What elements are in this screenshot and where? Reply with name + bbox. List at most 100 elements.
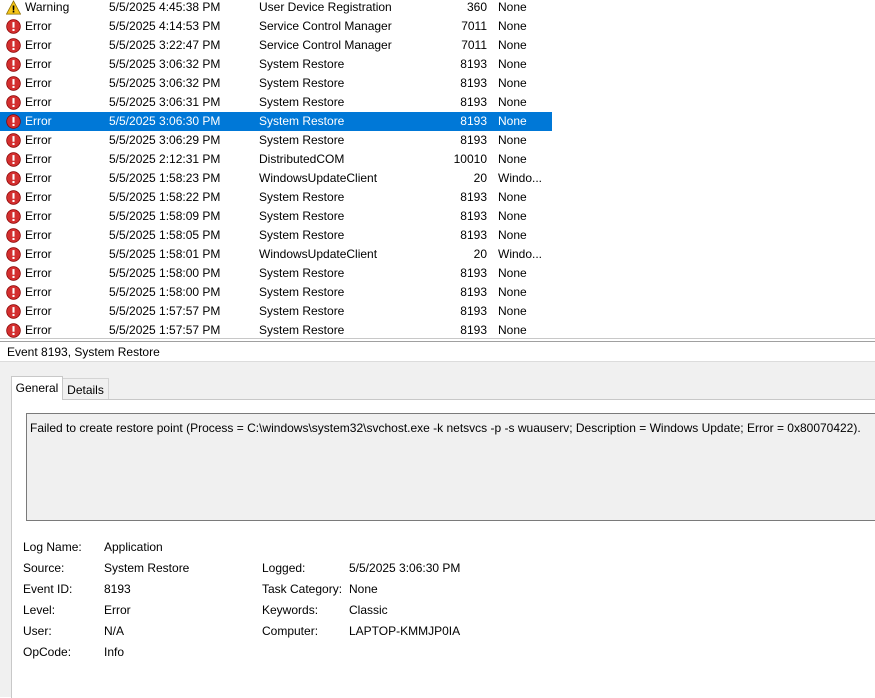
log-name-label: Log Name:	[23, 540, 82, 554]
event-source: System Restore	[259, 209, 345, 223]
event-level: Error	[25, 19, 52, 33]
event-source: System Restore	[259, 114, 345, 128]
event-level: Error	[25, 190, 52, 204]
event-source: User Device Registration	[259, 0, 392, 14]
event-source: System Restore	[259, 190, 345, 204]
error-icon	[6, 188, 22, 207]
event-level: Error	[25, 114, 52, 128]
event-id: 8193	[460, 285, 487, 299]
event-source: System Restore	[259, 285, 345, 299]
tab-details[interactable]: Details	[63, 378, 109, 400]
event-row[interactable]: Error 5/5/2025 3:06:31 PM System Restore 81…	[0, 93, 552, 112]
event-row[interactable]: Error 5/5/2025 1:58:05 PM System Restore 81…	[0, 226, 552, 245]
error-icon	[6, 302, 22, 321]
event-datetime: 5/5/2025 1:58:09 PM	[109, 209, 221, 223]
event-task-category: None	[498, 38, 527, 52]
event-row-selected[interactable]: Error 5/5/2025 3:06:30 PM System Restore 81…	[0, 112, 552, 131]
computer-value: LAPTOP-KMMJP0IA	[349, 624, 461, 638]
event-row[interactable]: Error 5/5/2025 4:14:53 PM Service Control …	[0, 17, 552, 36]
event-list[interactable]: ! Warning 5/5/2025 4:45:38 PM User Device R…	[0, 0, 875, 340]
event-row[interactable]: Error 5/5/2025 2:12:31 PM DistributedCOM 10…	[0, 150, 552, 169]
error-icon	[6, 169, 22, 188]
opcode-value: Info	[104, 645, 125, 659]
event-row[interactable]: Error 5/5/2025 1:58:23 PM WindowsUpdateCli…	[0, 169, 552, 188]
event-source: System Restore	[259, 76, 345, 90]
event-id: 7011	[461, 38, 487, 52]
event-row[interactable]: Error 5/5/2025 3:06:32 PM System Restore 81…	[0, 55, 552, 74]
event-id: 8193	[460, 228, 487, 242]
event-level: Error	[25, 209, 52, 223]
event-message-box[interactable]: Failed to create restore point (Process …	[26, 413, 875, 521]
event-id: 8193	[460, 266, 487, 280]
event-row[interactable]: Error 5/5/2025 3:06:29 PM System Restore 81…	[0, 131, 552, 150]
event-row[interactable]: Error 5/5/2025 1:58:09 PM System Restore 81…	[0, 207, 552, 226]
error-icon	[6, 17, 22, 36]
user-value: N/A	[104, 624, 125, 638]
task-category-label: Task Category:	[262, 582, 343, 596]
event-task-category: None	[498, 57, 527, 71]
event-id: 8193	[460, 76, 487, 90]
error-icon	[6, 283, 22, 302]
event-datetime: 5/5/2025 1:57:57 PM	[109, 304, 221, 318]
event-task-category: None	[498, 133, 527, 147]
tab-general[interactable]: General	[11, 376, 63, 400]
keywords-value: Classic	[349, 603, 388, 617]
event-message-text: Failed to create restore point (Process …	[30, 421, 861, 435]
event-source: System Restore	[259, 95, 345, 109]
event-level: Error	[25, 38, 52, 52]
event-id-value: 8193	[104, 582, 131, 596]
event-id: 10010	[453, 152, 487, 166]
event-id: 7011	[461, 19, 487, 33]
event-datetime: 5/5/2025 1:58:22 PM	[109, 190, 221, 204]
event-datetime: 5/5/2025 2:12:31 PM	[109, 152, 221, 166]
event-row[interactable]: ! Warning 5/5/2025 4:45:38 PM User Device R…	[0, 0, 552, 17]
event-task-category: None	[498, 0, 527, 14]
event-datetime: 5/5/2025 3:06:32 PM	[109, 76, 221, 90]
event-id-label: Event ID:	[23, 582, 73, 596]
event-source: Service Control Manager	[259, 19, 392, 33]
error-icon	[6, 93, 22, 112]
event-task-category: None	[498, 76, 527, 90]
details-header: Event 8193, System Restore	[0, 342, 875, 362]
event-level: Error	[25, 76, 52, 90]
event-level: Error	[25, 304, 52, 318]
event-task-category: None	[498, 266, 527, 280]
event-source: System Restore	[259, 228, 345, 242]
task-category-value: None	[349, 582, 378, 596]
event-row[interactable]: Error 5/5/2025 1:58:00 PM System Restore 81…	[0, 283, 552, 302]
computer-label: Computer:	[262, 624, 319, 638]
event-id: 8193	[460, 304, 487, 318]
source-label: Source:	[23, 561, 65, 575]
event-id: 8193	[460, 209, 487, 223]
event-datetime: 5/5/2025 1:58:00 PM	[109, 285, 221, 299]
list-divider	[0, 338, 875, 339]
error-icon	[6, 150, 22, 169]
error-icon	[6, 74, 22, 93]
event-source: Service Control Manager	[259, 38, 392, 52]
error-icon	[6, 264, 22, 283]
event-task-category: None	[498, 304, 527, 318]
event-source: System Restore	[259, 266, 345, 280]
event-level: Error	[25, 133, 52, 147]
source-value: System Restore	[104, 561, 190, 575]
event-datetime: 5/5/2025 3:06:29 PM	[109, 133, 221, 147]
event-row[interactable]: Error 5/5/2025 1:58:22 PM System Restore 81…	[0, 188, 552, 207]
event-source: WindowsUpdateClient	[259, 171, 378, 185]
event-row[interactable]: Error 5/5/2025 3:22:47 PM Service Control …	[0, 36, 552, 55]
event-level: Error	[25, 57, 52, 71]
error-icon	[6, 112, 22, 131]
event-row[interactable]: Error 5/5/2025 1:57:57 PM System Restore 81…	[0, 302, 552, 321]
event-row[interactable]: Error 5/5/2025 3:06:32 PM System Restore 81…	[0, 74, 552, 93]
event-row[interactable]: Error 5/5/2025 1:58:01 PM WindowsUpdateCli…	[0, 245, 552, 264]
event-source: System Restore	[259, 304, 345, 318]
level-label: Level:	[23, 603, 56, 617]
details-title: Event 8193, System Restore	[7, 345, 160, 359]
event-id: 8193	[460, 190, 487, 204]
error-icon	[6, 55, 22, 74]
event-source: System Restore	[259, 57, 345, 71]
event-datetime: 5/5/2025 3:06:32 PM	[109, 57, 221, 71]
event-source: WindowsUpdateClient	[259, 247, 378, 261]
event-level: Warning	[25, 0, 70, 14]
event-datetime: 5/5/2025 1:58:00 PM	[109, 266, 221, 280]
event-row[interactable]: Error 5/5/2025 1:58:00 PM System Restore 81…	[0, 264, 552, 283]
